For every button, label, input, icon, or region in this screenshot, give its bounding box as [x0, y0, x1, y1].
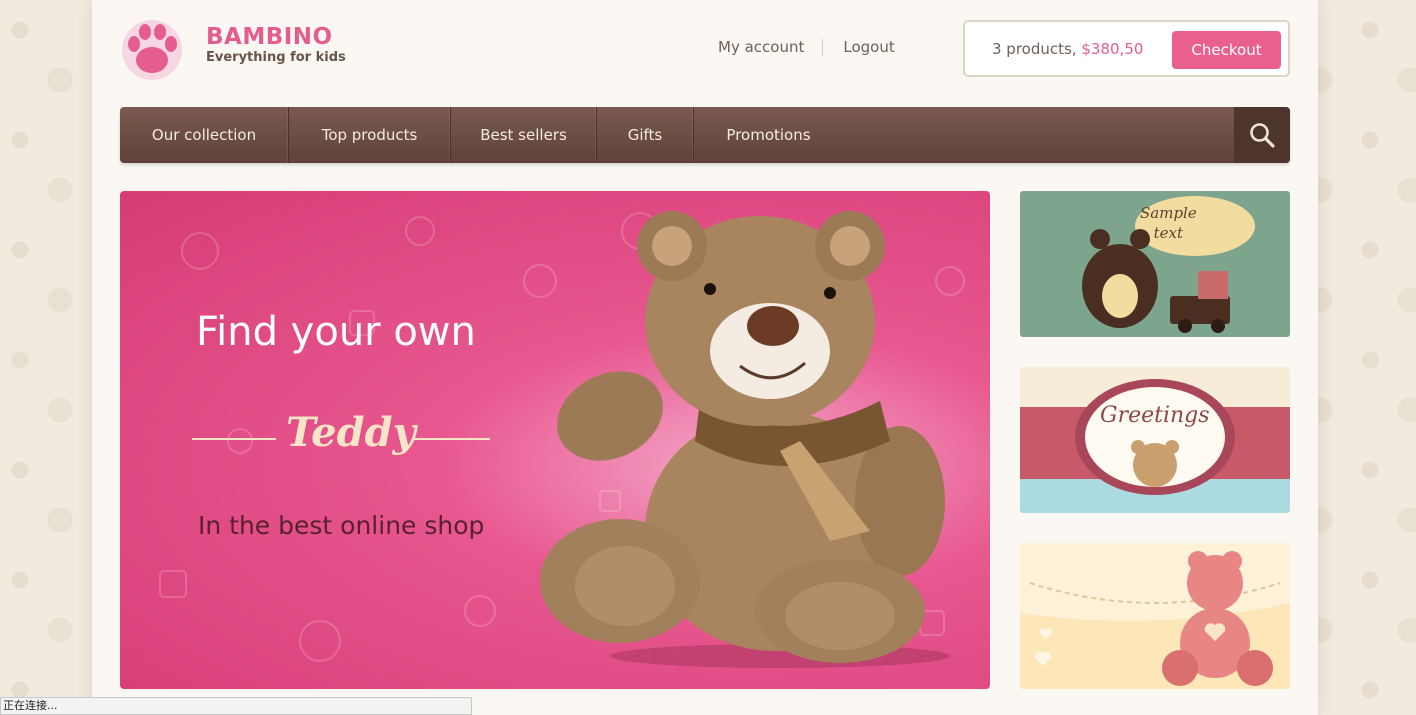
page-container: BAMBINO Everything for kids My account L… [92, 0, 1318, 715]
logo[interactable]: BAMBINO Everything for kids [120, 14, 346, 82]
nav-item-gifts[interactable]: Gifts [597, 107, 694, 163]
hero-divider-right [414, 438, 490, 440]
nav-item-promotions[interactable]: Promotions [694, 107, 843, 163]
sample-line1: Sample [1140, 204, 1197, 222]
browser-status-bar: 正在连接... [0, 697, 472, 715]
hero-divider-left [192, 438, 276, 440]
nav-item-best-sellers[interactable]: Best sellers [451, 107, 597, 163]
cart-summary: 3 products, $380,50 [992, 40, 1143, 58]
cart-box: 3 products, $380,50 Checkout [963, 20, 1290, 77]
hero-title: Find your own [196, 309, 476, 355]
nav-item-top-products[interactable]: Top products [289, 107, 451, 163]
hero-subtitle: In the best online shop [198, 511, 485, 540]
brand-tagline: Everything for kids [206, 50, 346, 65]
my-account-link[interactable]: My account [718, 38, 804, 56]
search-icon [1250, 123, 1275, 148]
greetings-label: Greetings [1100, 403, 1210, 428]
cart-count: 3 products, [992, 39, 1077, 58]
logout-link[interactable]: Logout [843, 38, 894, 56]
paw-logo-icon [122, 20, 182, 80]
side-banner-sample[interactable]: Sample text [1020, 191, 1290, 337]
hero-banner[interactable]: Find your own Teddy In the best online s… [120, 191, 990, 689]
main-nav: Our collection Top products Best sellers… [120, 107, 1290, 163]
patchwork-bear-illustration [1020, 543, 1290, 686]
sample-line2: text [1153, 224, 1184, 242]
side-banner-greetings[interactable]: Greetings [1020, 367, 1290, 513]
search-button[interactable] [1234, 107, 1290, 163]
account-links: My account Logout [718, 38, 895, 56]
teddy-bear-image [540, 211, 950, 668]
link-divider [822, 38, 824, 56]
nav-item-our-collection[interactable]: Our collection [120, 107, 289, 163]
cart-total: $380,50 [1081, 39, 1144, 58]
checkout-button[interactable]: Checkout [1172, 31, 1281, 69]
greetings-card-illustration [1020, 379, 1290, 513]
side-banner-patchwork-bear[interactable] [1020, 543, 1290, 689]
hero-highlight: Teddy [286, 409, 416, 456]
brand-name: BAMBINO [206, 24, 333, 50]
sample-text-label: Sample text [1140, 203, 1197, 243]
